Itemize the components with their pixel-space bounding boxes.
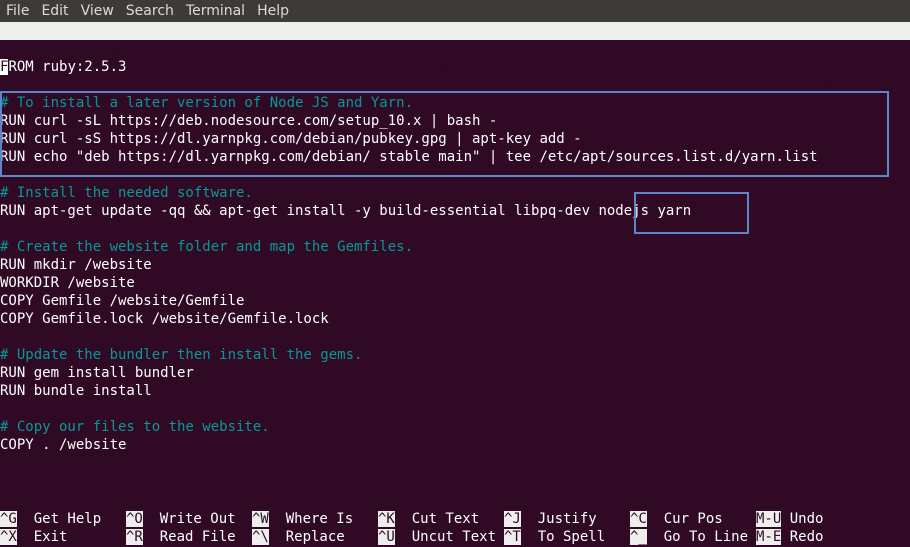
line-text: COPY Gemfile /website/Gemfile [0, 293, 245, 309]
shortcut-item: ^_ Go To Line [630, 528, 748, 546]
code-line: COPY . /website [0, 436, 126, 454]
line-text: WORKDIR /website [0, 275, 135, 291]
line-text: RUN gem install bundler [0, 365, 194, 381]
line-text: # Update the bundler then install the ge… [0, 347, 363, 363]
highlight-box-yarn-install [0, 91, 889, 177]
menu-view[interactable]: View [75, 0, 120, 22]
shortcut-key: ^\ [252, 529, 269, 545]
line-text: RUN apt-get update -qq && apt-get instal… [0, 203, 692, 219]
shortcut-label: Undo [789, 511, 824, 527]
shortcut-item: ^J Justify [504, 510, 597, 528]
code-line: COPY Gemfile.lock /website/Gemfile.lock [0, 310, 329, 328]
comment-line: # Install the needed software. [0, 184, 253, 202]
shortcut-key: ^X [0, 529, 17, 545]
shortcut-item: ^R Read File [126, 528, 236, 546]
shortcut-key: ^_ [630, 529, 647, 545]
line-text: COPY . /website [0, 437, 127, 453]
line-text: # Install the needed software. [0, 185, 253, 201]
shortcut-label: To Spell [537, 529, 606, 545]
shortcut-label: Cut Text [411, 511, 480, 527]
shortcut-label: Read File [159, 529, 236, 545]
shortcut-label: Uncut Text [411, 529, 497, 545]
shortcut-key: ^U [378, 529, 395, 545]
shortcut-label: Justify [537, 511, 597, 527]
comment-line: # Copy our files to the website. [0, 418, 270, 436]
file-name: Dockerfile [433, 59, 518, 75]
shortcut-item: ^X Exit [0, 528, 67, 546]
shortcut-item: M-E Redo [756, 528, 823, 546]
shortcut-label: Replace [285, 529, 345, 545]
shortcut-label: Get Help [33, 511, 102, 527]
code-line: WORKDIR /website [0, 274, 135, 292]
terminal-area[interactable]: GNU nano 2.9.3 Dockerfile Modified FROM … [0, 22, 910, 547]
menu-bar: File Edit View Search Terminal Help [0, 0, 910, 22]
shortcut-item: ^W Where Is [252, 510, 353, 528]
menu-help[interactable]: Help [251, 0, 295, 22]
shortcut-key: ^R [126, 529, 143, 545]
shortcut-key: ^T [504, 529, 521, 545]
shortcut-item: ^U Uncut Text [378, 528, 496, 546]
menu-file[interactable]: File [0, 0, 35, 22]
code-line: FROM ruby:2.5.3 [0, 58, 126, 76]
shortcut-label: Write Out [159, 511, 236, 527]
shortcut-key: ^O [126, 511, 143, 527]
line-text: # Create the website folder and map the … [0, 239, 414, 255]
shortcut-key: ^C [630, 511, 647, 527]
code-line: RUN mkdir /website [0, 256, 152, 274]
shortcut-key: ^G [0, 511, 17, 527]
line-text: COPY Gemfile.lock /website/Gemfile.lock [0, 311, 329, 327]
shortcut-key: M-E [756, 529, 782, 545]
shortcut-key: ^K [378, 511, 395, 527]
code-line: RUN bundle install [0, 382, 152, 400]
shortcut-item: ^G Get Help [0, 510, 101, 528]
line-text: RUN mkdir /website [0, 257, 152, 273]
shortcut-label: Go To Line [663, 529, 749, 545]
line-text: RUN bundle install [0, 383, 152, 399]
shortcut-key: M-U [756, 511, 782, 527]
shortcut-item: ^T To Spell [504, 528, 605, 546]
shortcut-label: Cur Pos [663, 511, 723, 527]
shortcut-key: ^J [504, 511, 521, 527]
menu-terminal[interactable]: Terminal [180, 0, 251, 22]
menu-edit[interactable]: Edit [35, 0, 74, 22]
shortcut-label: Where Is [285, 511, 354, 527]
code-line: RUN apt-get update -qq && apt-get instal… [0, 202, 691, 220]
highlight-box-nodejs-yarn [634, 192, 749, 234]
shortcut-item: ^C Cur Pos [630, 510, 723, 528]
line-text: # Copy our files to the website. [0, 419, 270, 435]
menu-search[interactable]: Search [120, 0, 180, 22]
nano-version: GNU nano 2.9.3 [19, 41, 138, 57]
line-text: ROM ruby:2.5.3 [8, 59, 127, 75]
shortcut-label: Redo [789, 529, 824, 545]
shortcut-key: ^W [252, 511, 269, 527]
nano-title-bar: GNU nano 2.9.3 Dockerfile Modified [0, 22, 910, 93]
comment-line: # Create the website folder and map the … [0, 238, 413, 256]
code-line: COPY Gemfile /website/Gemfile [0, 292, 244, 310]
shortcut-item: M-U Undo [756, 510, 823, 528]
shortcut-item: ^O Write Out [126, 510, 236, 528]
code-line: RUN gem install bundler [0, 364, 194, 382]
comment-line: # Update the bundler then install the ge… [0, 346, 362, 364]
shortcut-item: ^K Cut Text [378, 510, 479, 528]
shortcut-label: Exit [33, 529, 68, 545]
shortcut-item: ^\ Replace [252, 528, 345, 546]
